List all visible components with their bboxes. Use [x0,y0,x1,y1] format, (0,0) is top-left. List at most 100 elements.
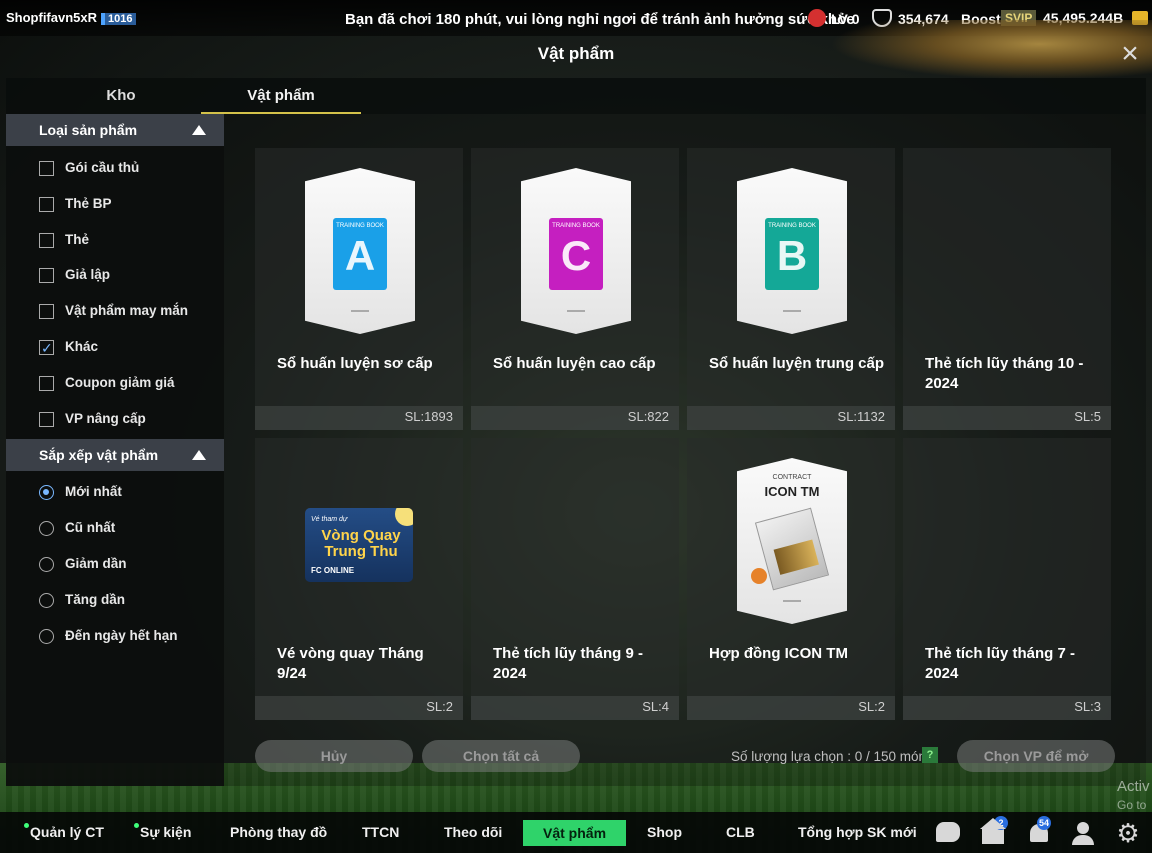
home-badge: 2 [994,816,1008,830]
checkbox[interactable] [39,338,54,358]
collapse-triangle-icon [192,125,206,135]
selection-count: Số lượng lựa chọn : 0 / 150 món [731,749,927,764]
ticket-title: Vòng Quay Trung Thu [321,527,401,560]
contract-label: CONTRACT [772,474,812,481]
nav-item[interactable]: Theo dõi [444,812,502,853]
sort-option-label: Mới nhất [65,484,122,499]
item-footer: SL:822 [471,406,679,430]
bottom-nav: Quản lý CT Sự kiện Phòng thay đồ TTCN Theo d… [0,812,1152,853]
item-name: Thẻ tích lũy tháng 10 - 2024 [925,355,1084,392]
player-name-text: Shopfifavn5xR [6,10,98,25]
radio-button[interactable] [39,593,54,608]
training-book-icon: TRAINING BOOK C [549,218,603,290]
item-name: Thẻ tích lũy tháng 7 - 2024 [925,645,1076,682]
category-header[interactable]: Loại sản phẩm [6,114,224,146]
select-all-button[interactable]: Chọn tất cả [422,740,580,772]
page-title: Vật phẩm [537,44,615,63]
category-option-label: Coupon giảm giá [65,374,175,390]
checkbox[interactable] [39,161,54,176]
item-card[interactable]: Vé tham dự Vòng Quay Trung Thu FC ONLINE Vé… [255,438,463,720]
item-quantity: SL:822 [627,409,669,424]
checkbox[interactable] [39,196,54,212]
book-letter: A [344,232,376,279]
ticket-small-text: Vé tham dự [311,516,348,523]
contract-badge-icon [751,568,767,584]
radio-button[interactable] [39,557,54,572]
item-card-art: TRAINING BOOK A [305,168,415,334]
book-label: TRAINING BOOK [552,223,600,229]
nav-item[interactable]: Tổng hợp SK mới [798,812,917,853]
nav-item[interactable]: TTCN [362,812,399,853]
radio-button[interactable] [39,485,54,500]
user-icon[interactable] [1070,820,1096,846]
item-card[interactable]: TRAINING BOOK C Sổ huấn luyện cao cấp SL:82… [471,148,679,430]
item-card[interactable]: TRAINING BOOK A Sổ huấn luyện sơ cấp SL:189… [255,148,463,430]
tab-kho[interactable]: Kho [46,78,196,114]
item-card[interactable]: Thẻ tích lũy tháng 10 - 2024 SL:5 [903,148,1111,430]
sort-header-label: Sắp xếp vật phẩm [39,447,159,463]
nav-item-label: Tổng hợp SK mới [798,824,917,840]
checkbox[interactable] [39,304,54,320]
item-name: Sổ huấn luyện trung cấp [709,355,885,372]
category-option-label: Thẻ BP [65,195,112,211]
item-quantity: SL:2 [426,699,453,714]
nav-item[interactable]: Vật phẩm [523,820,627,846]
book-label: TRAINING BOOK [336,223,384,229]
fc-logo-icon [783,600,801,610]
nav-item-label: Quản lý CT [30,824,104,840]
item-card[interactable]: Thẻ tích lũy tháng 7 - 2024 SL:3 [903,438,1111,720]
sort-option-label: Tăng dần [65,592,125,607]
category-header-label: Loại sản phẩm [39,122,138,138]
item-card-art: CONTRACT ICON TM [737,458,847,624]
fc-logo-icon [783,310,801,320]
item-card[interactable]: CONTRACT ICON TM Hợp đồng ICON TM SL:2 [687,438,895,720]
nav-item-label: Sự kiện [140,824,192,840]
item-card[interactable]: Thẻ tích lũy tháng 9 - 2024 SL:4 [471,438,679,720]
category-option-label: VP nâng cấp [65,410,146,426]
item-footer: SL:4 [471,696,679,720]
sort-option-label: Đến ngày hết hạn [65,628,178,643]
nav-item[interactable]: Quản lý CT [24,812,104,853]
tab-vat-pham[interactable]: Vật phẩm [201,78,361,114]
home-icon[interactable]: 2 [980,816,1008,846]
item-footer: SL:5 [903,406,1111,430]
new-indicator-dot [134,823,139,828]
sort-header[interactable]: Sắp xếp vật phẩm [6,439,224,471]
close-button[interactable]: × [1116,39,1144,70]
item-footer: SL:2 [687,696,895,720]
checkbox[interactable] [39,232,54,248]
nav-item[interactable]: Shop [647,812,682,853]
item-name: Sổ huấn luyện sơ cấp [277,355,433,372]
item-name: Vé vòng quay Tháng 9/24 [277,645,424,682]
item-quantity: SL:1132 [837,409,885,424]
chat-icon[interactable] [936,822,960,842]
filter-sidebar: Loại sản phẩm Gói cầu thủ Thẻ BP Thẻ Giả lậ… [6,114,224,786]
bell-icon[interactable]: 54 [1027,816,1053,846]
activation-watermark: Activ [1117,778,1150,795]
help-icon[interactable]: ? [922,747,938,763]
item-name: Sổ huấn luyện cao cấp [493,355,656,372]
checkbox[interactable] [39,375,54,391]
gear-icon[interactable]: ⚙ [1115,820,1141,846]
radio-button[interactable] [39,629,54,644]
radio-button[interactable] [39,521,54,536]
new-indicator-dot [24,823,29,828]
checkbox[interactable] [39,411,54,427]
cancel-button[interactable]: Hủy [255,740,413,772]
checkbox[interactable] [39,268,54,284]
fc-logo-icon [567,310,585,320]
item-name: Thẻ tích lũy tháng 9 - 2024 [493,645,644,682]
item-quantity: SL:1893 [404,409,453,424]
nav-item[interactable]: CLB [726,812,755,853]
open-items-button[interactable]: Chọn VP để mở [957,740,1115,772]
nav-item[interactable]: Sự kiện [134,812,192,853]
item-card[interactable]: TRAINING BOOK B Sổ huấn luyện trung cấp SL:… [687,148,895,430]
item-quantity: SL:2 [858,699,885,714]
category-option-label: Thẻ [65,231,90,247]
nav-item[interactable]: Phòng thay đồ [230,812,327,853]
player-level-badge: 1016 [101,13,136,25]
player-name: Shopfifavn5xR 1016 [6,10,136,25]
item-quantity: SL:4 [642,699,669,714]
item-footer: SL:2 [255,696,463,720]
item-footer: SL:1893 [255,406,463,430]
